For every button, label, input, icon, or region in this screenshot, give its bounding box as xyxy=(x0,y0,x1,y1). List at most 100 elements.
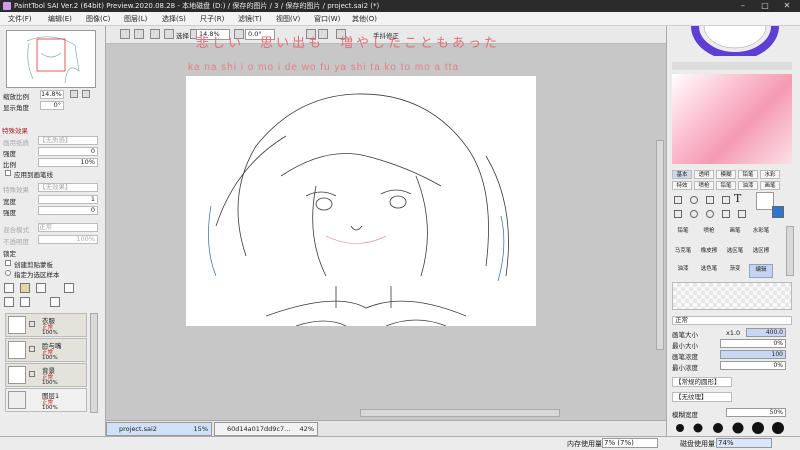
blend-width-slider[interactable]: 50% xyxy=(726,408,786,417)
layer-row[interactable]: 脸与嘴 正常 100% xyxy=(5,338,87,362)
invert-selection-icon[interactable] xyxy=(164,29,174,39)
hand-tool-icon[interactable] xyxy=(722,210,730,218)
tab-pencil2[interactable]: 铅笔 xyxy=(716,181,736,190)
layer-row[interactable]: 衣服 正常 100% xyxy=(5,313,87,337)
min-size-slider[interactable]: 0% xyxy=(720,339,786,348)
brush-texture-select[interactable]: 【无纹理】 xyxy=(672,392,732,402)
pen-tool-icon[interactable] xyxy=(738,210,746,218)
tab-watercolor[interactable]: 水彩 xyxy=(760,170,780,179)
clipping-checkbox[interactable] xyxy=(5,260,11,266)
minimize-button[interactable]: – xyxy=(732,0,754,12)
redo-icon[interactable] xyxy=(134,29,144,39)
brush-size-presets[interactable] xyxy=(672,422,792,434)
new-folder-icon[interactable] xyxy=(20,283,30,293)
menu-filter[interactable]: 滤镜(T) xyxy=(238,14,262,24)
text-tool-icon[interactable]: T xyxy=(734,192,741,205)
effect-select[interactable]: 【无效果】 xyxy=(38,183,98,192)
effects-header[interactable]: 特殊效果 xyxy=(2,125,28,135)
navigator-preview[interactable] xyxy=(6,30,96,88)
scale-field[interactable]: 10% xyxy=(38,158,98,167)
menu-ruler[interactable]: 尺子(R) xyxy=(200,14,224,24)
color-palette-grid[interactable] xyxy=(672,74,792,164)
brush-shape-select[interactable]: 【常规的圆形】 xyxy=(672,377,732,387)
secondary-color-swatch[interactable] xyxy=(772,206,784,218)
tool-marker[interactable]: 马克笔 xyxy=(671,246,695,260)
strength-field[interactable]: 0 xyxy=(38,147,98,156)
tool-select-eraser[interactable]: 选区擦 xyxy=(749,246,773,260)
layer-list-scrollbar[interactable] xyxy=(90,313,98,413)
rotate-tool-icon[interactable] xyxy=(706,210,714,218)
deselect-icon[interactable] xyxy=(150,29,160,39)
close-button[interactable]: ✕ xyxy=(776,0,798,12)
brush-mode-select[interactable]: 正常 xyxy=(672,316,792,325)
menu-view[interactable]: 视图(V) xyxy=(276,14,300,24)
magic-wand-icon[interactable] xyxy=(706,196,714,204)
brush-size-multiplier[interactable]: x1.0 xyxy=(726,329,740,337)
horizontal-scrollbar[interactable] xyxy=(360,409,560,417)
new-layer-icon[interactable] xyxy=(4,283,14,293)
tool-color-pick[interactable]: 选色笔 xyxy=(697,264,721,278)
menu-layer[interactable]: 图层(L) xyxy=(124,14,147,24)
menu-image[interactable]: 图像(C) xyxy=(86,14,110,24)
visibility-icon[interactable] xyxy=(29,346,35,352)
menu-select[interactable]: 选择(S) xyxy=(162,14,186,24)
menu-file[interactable]: 文件(F) xyxy=(8,14,32,24)
layer-mask-icon[interactable] xyxy=(4,297,14,307)
tool-eraser[interactable]: 橡皮擦 xyxy=(697,246,721,260)
nav-zoom-value[interactable]: 14.8% xyxy=(40,90,64,99)
tool-airbrush[interactable]: 喷枪 xyxy=(697,226,721,240)
tab-airbrush[interactable]: 喷枪 xyxy=(694,181,714,190)
tool-brush[interactable]: 画笔 xyxy=(723,226,747,240)
zoom-tool-icon[interactable] xyxy=(690,210,698,218)
tool-scrollbar[interactable] xyxy=(786,226,794,276)
copy-layer-icon[interactable] xyxy=(36,283,46,293)
brush-density-slider[interactable]: 100 xyxy=(720,350,786,359)
min-density-slider[interactable]: 0% xyxy=(720,361,786,370)
layer-row[interactable]: 背景 正常 100% xyxy=(5,363,87,387)
tool-select-pen[interactable]: 选区笔 xyxy=(723,246,747,260)
tab-basic[interactable]: 基本 xyxy=(672,170,692,179)
file-tab[interactable]: project.sai2 15% xyxy=(106,422,212,436)
blend-mode-select[interactable]: 正常 xyxy=(38,223,98,232)
texture-select[interactable]: 【无质感】 xyxy=(38,136,98,145)
tab-transparent[interactable]: 透明 xyxy=(694,170,714,179)
tab-effect[interactable]: 特效 xyxy=(672,181,692,190)
color-swatch-strip[interactable] xyxy=(672,62,792,70)
color-wheel[interactable] xyxy=(690,26,780,56)
visibility-icon[interactable] xyxy=(29,321,35,327)
apply-stroke-checkbox[interactable] xyxy=(5,170,11,176)
file-tab[interactable]: 60d14a017dd9c7... 42% xyxy=(214,422,318,436)
delete-layer-icon[interactable] xyxy=(50,297,60,307)
selection-source-radio[interactable] xyxy=(5,270,11,276)
maximize-button[interactable]: □ xyxy=(754,0,776,12)
tab-paint[interactable]: 油漆 xyxy=(738,181,758,190)
opacity-field[interactable]: 100% xyxy=(38,235,98,244)
drawing-canvas[interactable] xyxy=(186,76,536,327)
brush-size-slider[interactable]: 400.0 xyxy=(746,328,786,337)
menu-edit[interactable]: 编辑(E) xyxy=(48,14,72,24)
selection-tool-icon[interactable] xyxy=(674,196,682,204)
menu-other[interactable]: 其他(O) xyxy=(352,14,377,24)
nav-angle-value[interactable]: 0° xyxy=(40,101,64,110)
lasso-tool-icon[interactable] xyxy=(690,196,698,204)
layer-row[interactable]: 图层1 正常 100% xyxy=(5,388,87,412)
tab-pencil[interactable]: 铅笔 xyxy=(738,170,758,179)
undo-icon[interactable] xyxy=(120,29,130,39)
tool-watercolor[interactable]: 水彩笔 xyxy=(749,226,773,240)
menu-window[interactable]: 窗口(W) xyxy=(314,14,340,24)
tab-brush[interactable]: 画笔 xyxy=(760,181,780,190)
move-tool-icon[interactable] xyxy=(674,210,682,218)
tab-blur[interactable]: 模糊 xyxy=(716,170,736,179)
width-field[interactable]: 1 xyxy=(38,195,98,204)
clear-layer-icon[interactable] xyxy=(64,283,74,293)
vertical-scrollbar[interactable] xyxy=(656,140,664,350)
intensity-field[interactable]: 0 xyxy=(38,206,98,215)
visibility-icon[interactable] xyxy=(29,371,35,377)
eyedropper-icon[interactable] xyxy=(722,196,730,204)
tool-pencil[interactable]: 铅笔 xyxy=(671,226,695,240)
zoom-in-icon[interactable] xyxy=(82,90,90,98)
tool-gradient[interactable]: 渐变 xyxy=(723,264,747,278)
merge-down-icon[interactable] xyxy=(20,297,30,307)
tool-bucket[interactable]: 油漆 xyxy=(671,264,695,278)
tool-edit[interactable]: 编辑 xyxy=(749,264,773,278)
